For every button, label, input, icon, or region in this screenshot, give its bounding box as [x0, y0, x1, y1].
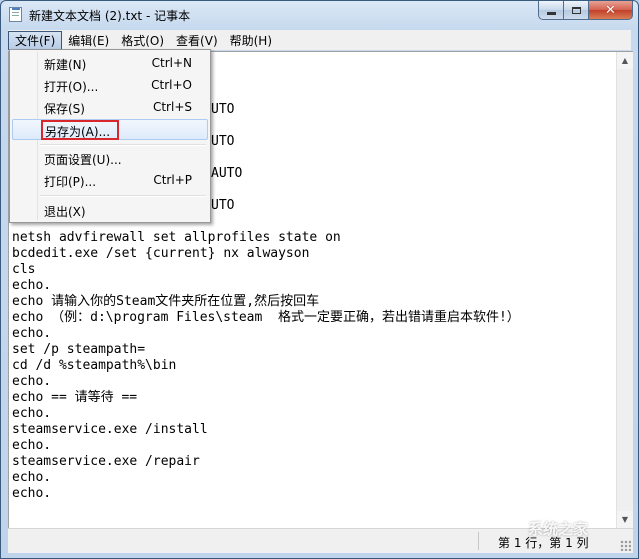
- code-line: echo.: [12, 326, 52, 341]
- text-fragment: AUTO: [211, 166, 243, 181]
- menu-item-shortcut: Ctrl+O: [151, 78, 192, 92]
- menu-file[interactable]: 文件(F): [8, 30, 63, 50]
- menu-item-label: 保存(S): [44, 102, 85, 116]
- menu-item-shortcut: Ctrl+P: [153, 173, 192, 187]
- title-bar[interactable]: 新建文本文档 (2).txt - 记事本 ✕: [1, 1, 638, 29]
- text-fragment: UTO: [211, 102, 235, 117]
- code-line: echo.: [12, 486, 52, 501]
- menu-item-save-as[interactable]: 另存为(A)...: [12, 119, 208, 140]
- menu-item-new[interactable]: 新建(N) Ctrl+N: [12, 53, 208, 74]
- notepad-icon[interactable]: [9, 7, 22, 22]
- menu-item-page-setup[interactable]: 页面设置(U)...: [12, 148, 208, 169]
- close-button[interactable]: ✕: [589, 1, 633, 20]
- menu-item-label: 新建(N): [44, 58, 87, 72]
- code-line: echo.: [12, 438, 52, 453]
- menu-item-save[interactable]: 保存(S) Ctrl+S: [12, 97, 208, 118]
- code-line: steamservice.exe /repair: [12, 454, 200, 469]
- file-menu-dropdown: 新建(N) Ctrl+N 打开(O)... Ctrl+O 保存(S) Ctrl+…: [9, 49, 211, 223]
- menu-item-open[interactable]: 打开(O)... Ctrl+O: [12, 75, 208, 96]
- menu-item-print[interactable]: 打印(P)... Ctrl+P: [12, 170, 208, 191]
- code-line: echo.: [12, 470, 52, 485]
- menu-help[interactable]: 帮助(H): [224, 32, 278, 49]
- caption-buttons: ✕: [538, 1, 633, 21]
- menu-item-label: 打开(O)...: [44, 80, 99, 94]
- watermark-logo: 系统之家: [528, 520, 589, 538]
- code-line: echo 请输入你的Steam文件夹所在位置,然后按回车: [12, 294, 320, 309]
- menu-separator: [40, 144, 206, 146]
- menu-separator: [40, 195, 206, 197]
- window-title: 新建文本文档 (2).txt - 记事本: [29, 9, 191, 23]
- close-icon: ✕: [605, 2, 616, 18]
- menu-item-label: 打印(P)...: [44, 175, 97, 189]
- code-line: echo.: [12, 406, 52, 421]
- menu-item-shortcut: Ctrl+N: [151, 56, 192, 70]
- text-fragment: UTO: [211, 198, 235, 213]
- menu-item-shortcut: Ctrl+S: [152, 100, 192, 114]
- vertical-scrollbar[interactable]: ▲ ▼: [616, 52, 633, 528]
- code-line: cd /d %steampath%\bin: [12, 358, 177, 373]
- status-divider: [478, 532, 479, 550]
- minimize-icon: [546, 11, 556, 15]
- menu-view[interactable]: 查看(V): [170, 32, 224, 49]
- menu-bar: 文件(F) 编辑(E) 格式(O) 查看(V) 帮助(H): [8, 30, 631, 50]
- menu-item-exit[interactable]: 退出(X): [12, 200, 208, 221]
- code-line: echo.: [12, 374, 52, 389]
- menu-edit[interactable]: 编辑(E): [62, 32, 115, 49]
- resize-grip-icon[interactable]: [620, 540, 631, 551]
- minimize-button[interactable]: [538, 1, 564, 20]
- code-line: echo == 请等待 ==: [12, 390, 138, 405]
- text-fragment: UTO: [211, 134, 235, 149]
- code-line: bcdedit.exe /set {current} nx alwayson: [12, 246, 310, 261]
- menu-format[interactable]: 格式(O): [115, 32, 170, 49]
- code-line: set /p steampath=: [12, 342, 146, 357]
- code-line: echo （例：d:\program Files\steam 格式一定要正确，若…: [12, 310, 520, 325]
- menu-item-label: 页面设置(U)...: [44, 153, 122, 167]
- scroll-up-icon[interactable]: ▲: [617, 52, 633, 69]
- menu-item-label: 另存为(A)...: [45, 125, 111, 139]
- menu-item-label: 退出(X): [44, 205, 86, 219]
- code-line: steamservice.exe /install: [12, 422, 208, 437]
- maximize-button[interactable]: [564, 1, 589, 20]
- code-line: netsh advfirewall set allprofiles state …: [12, 230, 341, 245]
- code-line: cls: [12, 262, 36, 277]
- scroll-down-icon[interactable]: ▼: [617, 511, 633, 528]
- code-line: echo.: [12, 278, 52, 293]
- maximize-icon: [571, 6, 581, 14]
